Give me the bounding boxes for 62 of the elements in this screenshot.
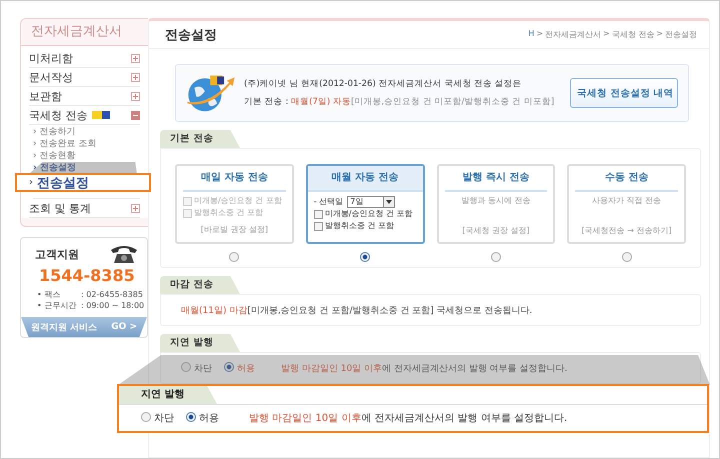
bullet-icon: › [29, 177, 33, 188]
menu-item[interactable]: 국세청 전송 [29, 106, 140, 125]
breadcrumb-separator: > [603, 29, 610, 40]
option-title: 발행 즉시 전송 [444, 166, 548, 192]
contact-label: • 근무시간 [37, 300, 78, 311]
info-text: (주)케이넷 님 현재(2012-01-26) 전자세금계산서 국세청 전송 설정은 [244, 78, 523, 91]
deadline-text: 매월(11일) 마감[미개봉,승인요청 건 포함/발행취소중 건 포함] 국세청으로 전송됩니다. [181, 304, 532, 316]
expand-icon[interactable] [131, 92, 140, 100]
badge-icon [92, 111, 110, 119]
option-title: 수동 전송 [575, 166, 678, 192]
option-card[interactable]: 매월 자동 전송 - 선택일 7일 미개봉/승인요청 건 포함 발행취소중 건 포함 [306, 164, 424, 244]
expand-icon[interactable] [131, 110, 140, 120]
radio-option[interactable]: 차단 [181, 362, 212, 374]
option-title: 매일 자동 전송 [183, 166, 286, 192]
radio-button[interactable] [490, 252, 501, 262]
submenu-item[interactable]: › 전송완료 조회 [33, 138, 96, 150]
support-title: 고객지원 [35, 246, 79, 262]
checkbox-option[interactable]: 미개봉/승인요청 건 포함 [314, 208, 416, 220]
menu-item[interactable]: 보관함 [29, 87, 140, 106]
option-description: 발행과 동시에 전송 [460, 195, 532, 207]
option-note: [국세청 권장 설정] [461, 225, 531, 237]
menu-item[interactable]: 조회 및 통계 [29, 199, 140, 218]
delay-text: 발행 마감일인 10일 이후에 전자세금계산서의 발행 여부를 설정합니다. [249, 412, 568, 425]
radio-button[interactable] [229, 252, 240, 262]
option-title: 매월 자동 전송 [308, 166, 422, 192]
breadcrumb-link[interactable]: 국세청 전송 [612, 29, 654, 40]
setting-summary: 기본 전송 : 매월(7일) 자동[미개봉,승인요청 건 미포함/발행취소중 건 미포함] [244, 96, 556, 109]
radio-option[interactable]: 허용 [224, 362, 255, 374]
select-label: - 선택일 [314, 196, 344, 207]
magnified-label: 전송설정 [37, 174, 89, 192]
option-card[interactable]: 발행 즉시 전송 발행과 동시에 전송 [국세청 권장 설정] [436, 164, 556, 244]
option-card[interactable]: 수동 전송 사용자가 직접 전송 [국세청전송 → 전송하기] [567, 164, 686, 244]
breadcrumb-link[interactable]: 전송설정 [665, 29, 697, 40]
option-description: 사용자가 직접 전송 [591, 195, 662, 207]
option-note: [국세청전송 → 전송하기] [580, 225, 673, 237]
checkbox-option[interactable]: 발행취소중 건 포함 [314, 220, 416, 232]
dropdown-arrow-icon[interactable] [383, 196, 394, 206]
radio-button[interactable] [360, 252, 370, 262]
contact-value: : 09:00 ~ 18:00 [81, 300, 144, 311]
day-dropdown[interactable]: 7일 [347, 196, 396, 208]
menu-item[interactable]: 미처리함 [29, 49, 140, 68]
delay-text: 발행 마감일인 10일 이후에 전자세금계산서의 발행 여부를 설정합니다. [281, 362, 568, 374]
page-title: 전송설정 [165, 26, 217, 44]
expand-icon[interactable] [131, 204, 140, 212]
breadcrumb-link[interactable]: H [528, 29, 534, 40]
radio-option[interactable]: 차단 [141, 411, 174, 425]
menu-item[interactable]: 문서작성 [29, 68, 140, 87]
option-note: [바로빌 권장 설정] [200, 224, 270, 236]
expand-icon[interactable] [131, 54, 140, 62]
contact-value: : 02-6455-8385 [81, 289, 143, 300]
radio-option[interactable]: 허용 [186, 411, 219, 425]
contact-label: • 팩스 [37, 289, 62, 300]
phone-icon [109, 244, 139, 264]
radio-button[interactable] [622, 252, 632, 262]
breadcrumb-link[interactable]: 전자세금계산서 [545, 29, 602, 40]
breadcrumb-separator: > [656, 29, 663, 40]
submenu-item[interactable]: › 전송현황 [33, 150, 76, 162]
submenu-item[interactable]: › 전송하기 [33, 126, 76, 138]
phone-number: 1544-8385 [38, 266, 136, 285]
expand-icon[interactable] [131, 72, 140, 82]
history-button[interactable]: 국세청 전송설정 내역 [570, 78, 678, 108]
breadcrumb-separator: > [536, 29, 544, 40]
